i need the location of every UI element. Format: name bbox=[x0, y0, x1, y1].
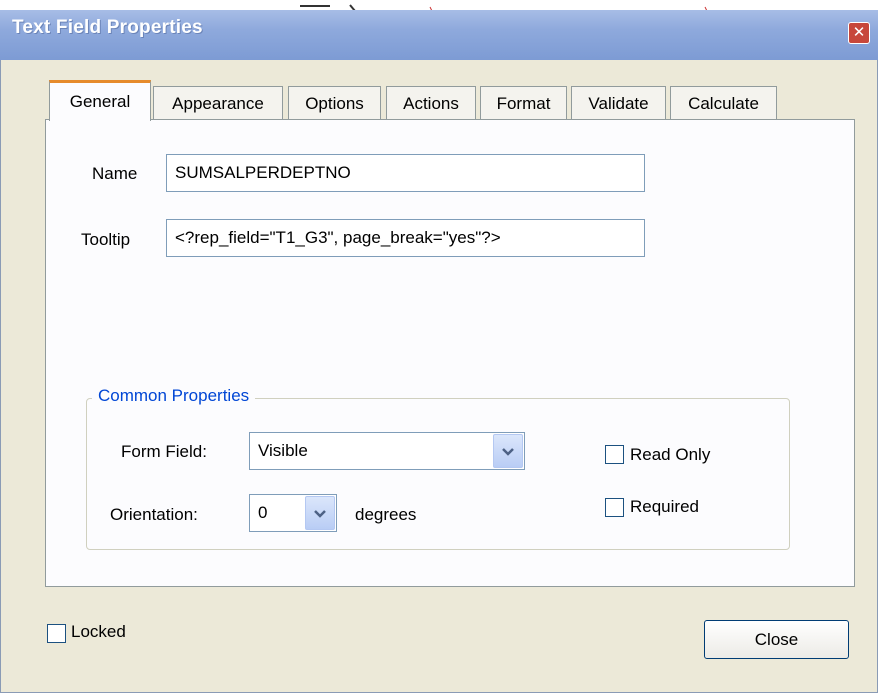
name-label-text: Name bbox=[92, 164, 138, 183]
common-properties-legend: Common Properties bbox=[92, 386, 256, 406]
window-title: Text Field Properties bbox=[12, 17, 203, 38]
tooltip-input[interactable]: <?rep_field="T1_G3", page_break="yes"?> bbox=[166, 219, 645, 257]
form-field-label: Form Field: bbox=[121, 442, 207, 461]
tab-validate[interactable]: Validate bbox=[571, 86, 666, 119]
orientation-label: Orientation: bbox=[110, 505, 198, 524]
background-window-strip bbox=[300, 0, 720, 12]
tab-format[interactable]: Format bbox=[480, 86, 567, 119]
chevron-down-icon[interactable] bbox=[493, 434, 523, 468]
read-only-label[interactable]: Read Only bbox=[630, 445, 710, 465]
orientation-value: 0 bbox=[258, 503, 268, 522]
name-input[interactable]: SUMSALPERDEPTNO bbox=[166, 154, 645, 192]
tab-actions[interactable]: Actions bbox=[386, 86, 476, 119]
required-label[interactable]: Required bbox=[630, 497, 699, 517]
locked-checkbox[interactable] bbox=[47, 624, 66, 643]
required-checkbox[interactable] bbox=[605, 498, 624, 517]
tab-appearance[interactable]: Appearance bbox=[153, 86, 283, 119]
common-properties-group bbox=[86, 398, 790, 550]
close-button[interactable]: Close bbox=[704, 620, 849, 659]
form-field-select[interactable]: Visible bbox=[249, 432, 525, 470]
tab-options[interactable]: Options bbox=[288, 86, 381, 119]
degrees-label: degrees bbox=[355, 505, 417, 524]
tooltip-label: Tooltip bbox=[81, 230, 131, 249]
read-only-checkbox[interactable] bbox=[605, 445, 624, 464]
chevron-down-icon[interactable] bbox=[305, 496, 335, 530]
form-field-value: Visible bbox=[258, 441, 308, 460]
tab-calculate[interactable]: Calculate bbox=[670, 86, 777, 119]
close-icon[interactable]: ✕ bbox=[848, 22, 870, 44]
name-label: Name bbox=[92, 164, 137, 184]
locked-label[interactable]: Locked bbox=[71, 622, 126, 642]
orientation-select[interactable]: 0 bbox=[249, 494, 337, 532]
tab-general[interactable]: General bbox=[49, 80, 151, 121]
